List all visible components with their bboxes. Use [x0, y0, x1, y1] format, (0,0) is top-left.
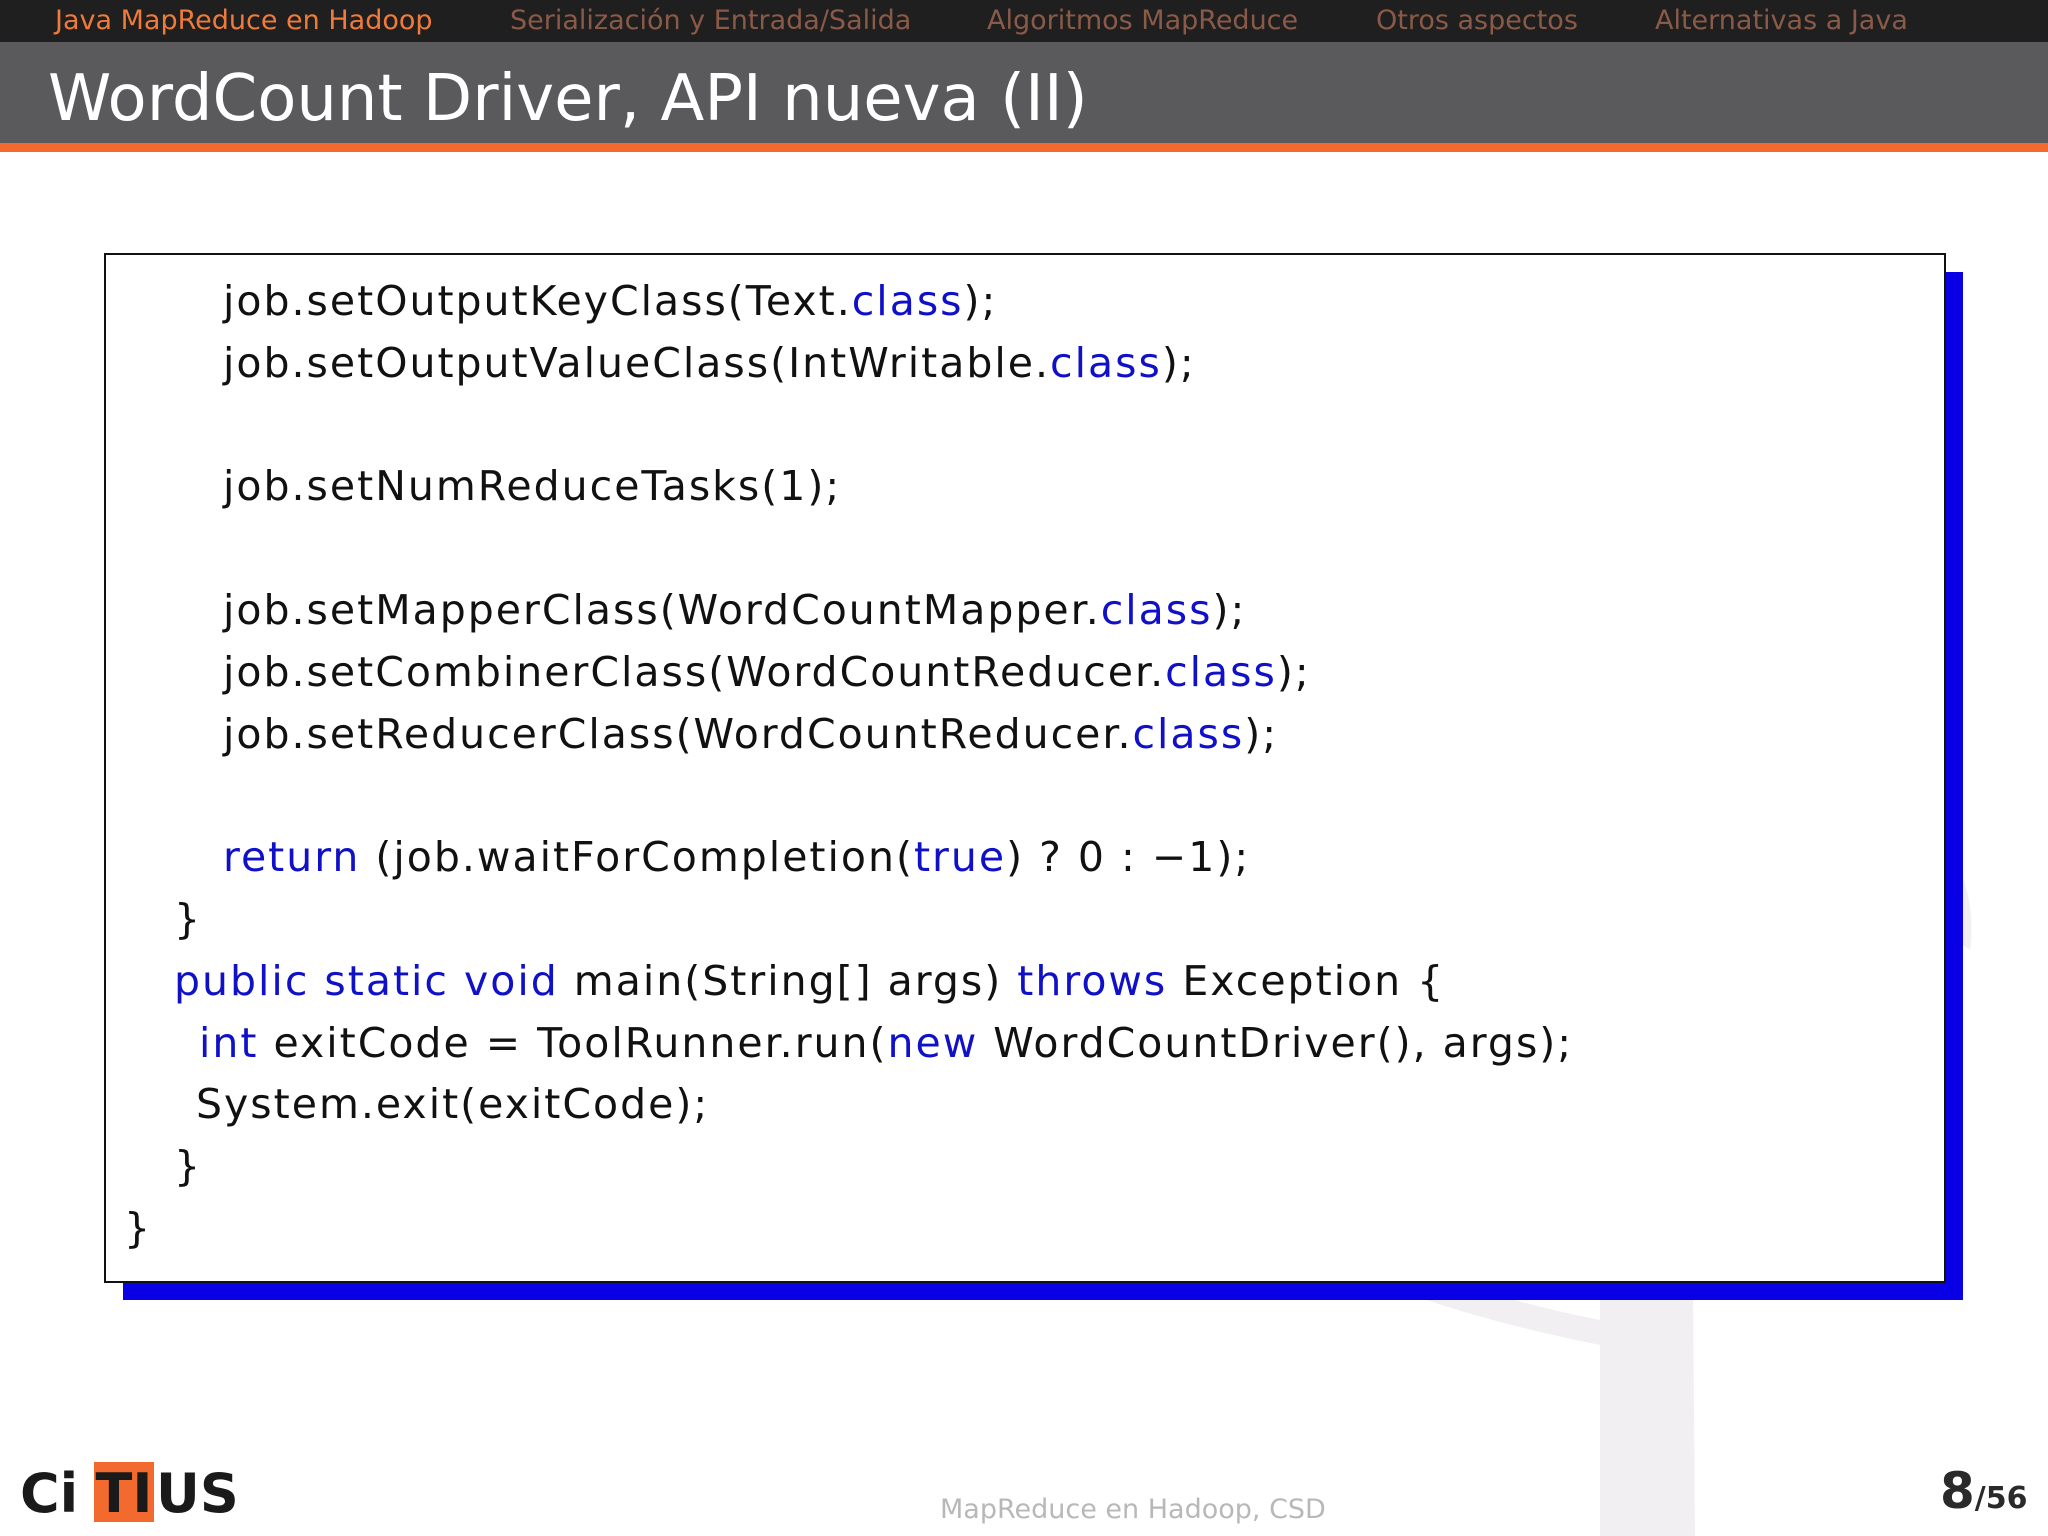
code-text: ); [1212, 586, 1247, 634]
code-line: job.setReducerClass(WordCountReducer.cla… [223, 710, 1278, 758]
code-text: exitCode = ToolRunner.run( [258, 1018, 888, 1067]
code-text: job.setOutputKeyClass(Text. [223, 277, 852, 325]
code-keyword: class [1100, 586, 1213, 634]
logo-orange-box: TI [94, 1462, 154, 1525]
code-keyword: throws [1017, 956, 1168, 1005]
code-text: } [124, 1204, 153, 1252]
code-line: public static void main(String[] args) t… [174, 957, 1445, 1005]
code-line: } [174, 895, 202, 943]
code-keyword: class [1165, 647, 1277, 696]
code-line: System.exit(exitCode); [196, 1080, 709, 1128]
code-line: job.setOutputValueClass(IntWritable.clas… [223, 339, 1196, 387]
code-keyword: class [1050, 338, 1162, 387]
nav-item-java-mapreduce[interactable]: Java MapReduce en Hadoop [55, 5, 433, 36]
code-keyword: true [913, 833, 1007, 882]
code-text: WordCountDriver(), args); [978, 1018, 1574, 1067]
code-text: System.exit(exitCode); [196, 1080, 710, 1129]
code-keyword: new [887, 1018, 979, 1067]
code-line: job.setOutputKeyClass(Text.class); [223, 277, 997, 325]
nav-item-alternativas[interactable]: Alternativas a Java [1655, 5, 1908, 36]
code-text: ); [1276, 647, 1311, 696]
nav-item-serializacion[interactable]: Serialización y Entrada/Salida [510, 5, 911, 36]
section-navbar: Java MapReduce en Hadoop Serialización y… [0, 0, 2048, 42]
code-text: } [174, 1142, 203, 1191]
title-bar: WordCount Driver, API nueva (II) [0, 42, 2048, 143]
footer-title: MapReduce en Hadoop, CSD [940, 1494, 1326, 1525]
logo-text-right: US [156, 1462, 239, 1525]
code-text: } [174, 895, 203, 943]
code-listing: job.setOutputKeyClass(Text.class); job.se… [104, 253, 1946, 1283]
code-line: job.setNumReduceTasks(1); [223, 462, 841, 510]
logo-text-box: TI [95, 1462, 153, 1525]
code-line: int exitCode = ToolRunner.run(new WordCo… [199, 1019, 1573, 1067]
code-text: job.setNumReduceTasks(1); [223, 462, 842, 511]
code-keyword: public static void [174, 956, 559, 1005]
code-text: (job.waitForCompletion( [360, 833, 914, 882]
code-text: main(String[] args) [558, 956, 1018, 1005]
code-text: job.setOutputValueClass(IntWritable. [223, 338, 1051, 387]
code-text: ); [963, 277, 998, 325]
code-keyword: int [199, 1018, 259, 1067]
code-keyword: return [223, 833, 361, 882]
logo-text-left: Ci [20, 1462, 79, 1525]
code-line: } [124, 1204, 152, 1252]
nav-item-algoritmos[interactable]: Algoritmos MapReduce [987, 5, 1298, 36]
nav-item-otros-aspectos[interactable]: Otros aspectos [1376, 5, 1578, 36]
code-line: return (job.waitForCompletion(true) ? 0 … [223, 833, 1250, 881]
code-text: ); [1161, 338, 1196, 387]
code-keyword: class [1132, 709, 1245, 758]
page-number: 8/56 [1940, 1462, 2028, 1520]
code-text: job.setReducerClass(WordCountReducer. [223, 709, 1133, 758]
title-underline [0, 143, 2048, 152]
code-line: job.setMapperClass(WordCountMapper.class… [223, 586, 1246, 634]
code-line: job.setCombinerClass(WordCountReducer.cl… [223, 648, 1311, 696]
code-text: job.setMapperClass(WordCountMapper. [223, 586, 1101, 634]
code-text: ) ? 0 : −1); [1006, 833, 1251, 882]
code-text: job.setCombinerClass(WordCountReducer. [223, 647, 1166, 696]
page-total: /56 [1974, 1481, 2028, 1516]
code-text: ); [1244, 709, 1279, 758]
code-keyword: class [851, 277, 964, 325]
page-current: 8 [1940, 1462, 1975, 1520]
slide-title: WordCount Driver, API nueva (II) [48, 62, 1088, 136]
code-text: Exception { [1167, 956, 1446, 1005]
code-line: } [174, 1142, 202, 1190]
